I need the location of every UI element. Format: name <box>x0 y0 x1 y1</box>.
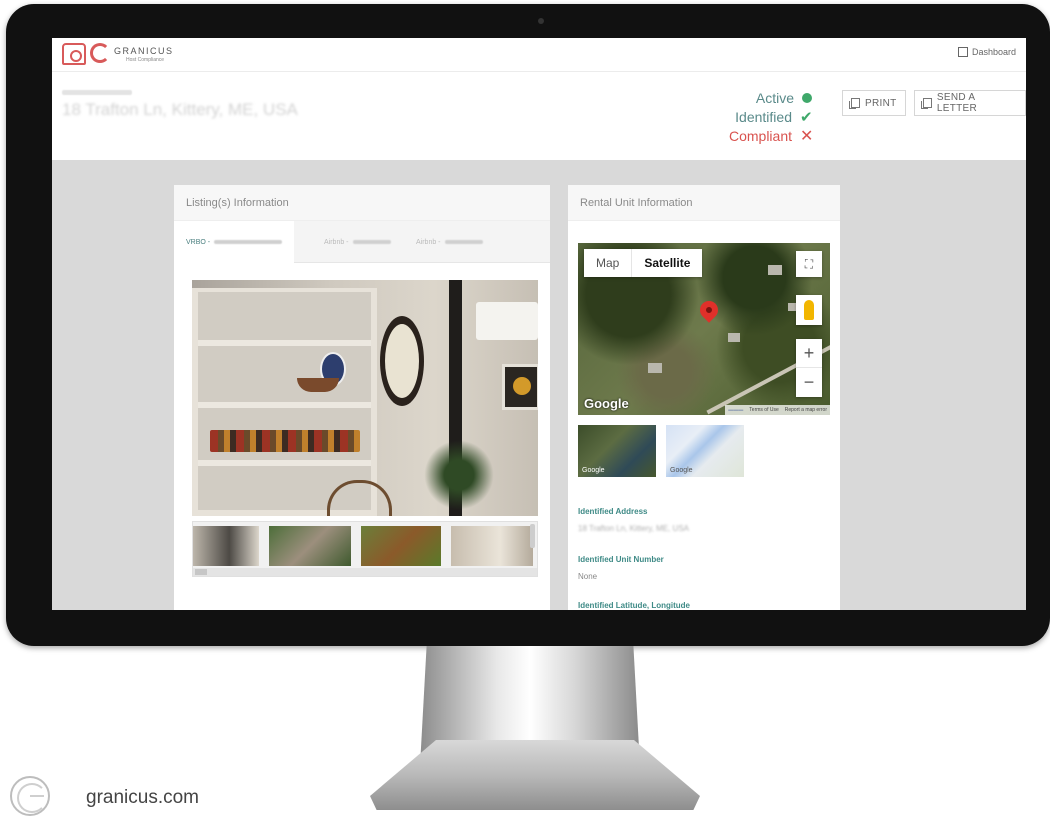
thumbnail-scrollbar[interactable] <box>193 568 537 576</box>
photo-spice-jars <box>210 430 360 452</box>
status-compliant-label: Compliant <box>728 127 792 144</box>
green-dot-icon <box>802 92 812 103</box>
zoom-controls: + − <box>796 339 822 397</box>
house-logo-icon <box>62 43 86 65</box>
thumbnail-1[interactable] <box>193 526 259 566</box>
mini-map-satellite[interactable]: Google <box>578 425 656 477</box>
map-building <box>728 333 740 342</box>
brand-website: granicus.com <box>86 787 199 808</box>
map-building <box>768 265 782 275</box>
tab-vrbo-id <box>214 240 283 244</box>
property-header: 18 Trafton Ln, Kittery, ME, USA Active I… <box>52 72 1026 160</box>
tab-airbnb-1[interactable]: Airbnb - <box>312 221 403 263</box>
thumbnail-vertical-scrollbar[interactable] <box>530 524 535 548</box>
map-type-satellite-button[interactable]: Satellite <box>631 249 702 277</box>
listing-tabs: VRBO - Airbnb - Airbnb - <box>174 221 550 263</box>
thumbnail-4[interactable] <box>451 526 533 566</box>
tab-airbnb-2-label: Airbnb - <box>416 238 441 246</box>
send-letter-button[interactable]: SEND A LETTER <box>914 90 1026 116</box>
rental-unit-card: Rental Unit Information Map Satellite ⛶ … <box>568 185 840 610</box>
camera-dot <box>538 18 544 24</box>
app-screen: GRANICUS Host Compliance Dashboard 18 Tr… <box>52 38 1026 610</box>
identified-unit-number-label: Identified Unit Number <box>578 555 664 564</box>
photo-clock <box>380 316 424 406</box>
print-label: PRINT <box>865 97 897 109</box>
property-address: 18 Trafton Ln, Kittery, ME, USA <box>62 100 298 119</box>
map-type-map-button[interactable]: Map <box>584 249 631 277</box>
logo-wordmark: GRANICUS <box>114 46 174 56</box>
print-button[interactable]: PRINT <box>842 90 906 116</box>
dashboard-icon <box>957 47 968 57</box>
zoom-out-button[interactable]: − <box>796 368 822 397</box>
status-active: Active <box>692 88 812 107</box>
listing-card-title: Listing(s) Information <box>174 185 550 221</box>
tab-vrbo-label: VRBO - <box>186 238 211 246</box>
photo-shelf <box>198 340 371 346</box>
map-type-toggle: Map Satellite <box>584 249 703 277</box>
mini-map-road[interactable]: Google <box>666 425 744 477</box>
granicus-g-icon <box>90 43 110 63</box>
tab-airbnb-1-label: Airbnb - <box>324 238 349 246</box>
photo-ac-unit <box>476 302 538 340</box>
mini-map-google-label: Google <box>670 467 693 474</box>
logo-subtitle: Host Compliance <box>126 57 165 63</box>
identified-lat-long-label: Identified Latitude, Longitude <box>578 601 690 610</box>
identified-address: Identified Address 18 Trafton Ln, Kitter… <box>578 507 828 533</box>
tab-airbnb-2-id <box>444 240 483 244</box>
photo-plant <box>424 440 494 510</box>
photo-shelf <box>198 460 371 466</box>
copy-icon <box>849 98 860 109</box>
thumbnail-3[interactable] <box>361 526 441 566</box>
dashboard-label: Dashboard <box>971 47 1016 57</box>
status-identified: Identified ✔ <box>692 107 812 126</box>
cross-icon: ✕ <box>800 127 814 145</box>
dashboard-link[interactable]: Dashboard <box>957 47 1016 57</box>
listing-main-photo[interactable] <box>192 280 538 516</box>
identified-address-label: Identified Address <box>578 507 648 516</box>
satellite-map[interactable]: Map Satellite ⛶ + − Google ▬▬▬ Terms of … <box>578 243 830 415</box>
street-view-pegman-icon[interactable] <box>796 295 822 325</box>
photo-sunflower-art <box>502 364 538 410</box>
map-report-link[interactable]: Report a map error <box>785 407 827 413</box>
identified-address-value: 18 Trafton Ln, Kittery, ME, USA <box>578 524 690 533</box>
map-building <box>648 363 662 373</box>
fullscreen-icon[interactable]: ⛶ <box>796 251 822 277</box>
map-terms-link[interactable]: Terms of Use <box>749 407 778 413</box>
google-logo: Google <box>584 396 629 411</box>
property-label <box>62 90 132 95</box>
identified-unit-number-value: None <box>578 572 598 581</box>
compliance-status: Active Identified ✔ Compliant ✕ <box>692 88 814 145</box>
map-footer: ▬▬▬ Terms of Use Report a map error <box>725 405 830 415</box>
top-bar: GRANICUS Host Compliance Dashboard <box>52 38 1026 72</box>
monitor-stand-base <box>370 740 700 810</box>
copy-icon <box>921 98 932 109</box>
check-icon: ✔ <box>800 108 813 126</box>
mini-map-google-label: Google <box>582 467 605 474</box>
status-active-label: Active <box>755 89 794 106</box>
status-compliant: Compliant ✕ <box>692 126 814 145</box>
thumbnail-2[interactable] <box>269 526 351 566</box>
rental-card-title: Rental Unit Information <box>568 185 840 221</box>
listing-info-card: Listing(s) Information VRBO - Airbnb - A… <box>174 185 550 610</box>
tab-airbnb-1-id <box>352 240 391 244</box>
tab-vrbo[interactable]: VRBO - <box>174 221 295 263</box>
send-letter-label: SEND A LETTER <box>936 92 978 114</box>
granicus-brand-icon <box>10 776 50 816</box>
map-data-attribution: ▬▬▬ <box>728 407 744 413</box>
identified-lat-long: Identified Latitude, Longitude <box>578 601 828 610</box>
tab-airbnb-2[interactable]: Airbnb - <box>404 221 495 263</box>
thumbnail-strip[interactable] <box>192 521 538 577</box>
marketing-stage: GRANICUS Host Compliance Dashboard 18 Tr… <box>0 0 1050 817</box>
photo-shelf <box>198 402 371 408</box>
status-identified-label: Identified <box>735 108 792 125</box>
identified-unit-number: Identified Unit Number None <box>578 555 828 581</box>
zoom-in-button[interactable]: + <box>796 339 822 368</box>
